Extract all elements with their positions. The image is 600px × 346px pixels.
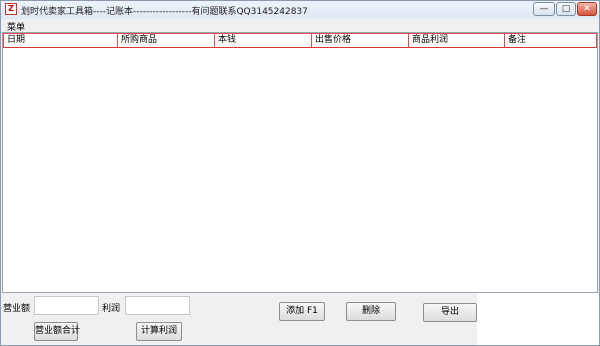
column-header-sale-price[interactable]: 出售价格 — [312, 33, 409, 47]
blank-area — [477, 293, 599, 345]
app-icon: Z — [5, 3, 17, 15]
app-window: Z 划时代卖家工具箱----记账本------------------有问题联系… — [0, 0, 600, 346]
table-header: 日期 所购商品 本钱 出售价格 商品利润 备注 — [3, 33, 597, 48]
column-header-profit[interactable]: 商品利润 — [409, 33, 505, 47]
calc-profit-button[interactable]: 计算利润 — [136, 322, 182, 341]
menu-bar: 菜单 — [1, 19, 599, 33]
records-table[interactable]: 日期 所购商品 本钱 出售价格 商品利润 备注 — [2, 32, 598, 293]
profit-input[interactable] — [125, 296, 190, 315]
column-header-date[interactable]: 日期 — [3, 33, 118, 47]
revenue-label: 营业额 — [3, 304, 31, 314]
add-button[interactable]: 添加 F1 — [279, 302, 325, 321]
column-header-product[interactable]: 所购商品 — [118, 33, 215, 47]
window-title: 划时代卖家工具箱----记账本------------------有问题联系QQ… — [21, 7, 308, 17]
export-button[interactable]: 导出 — [423, 303, 477, 322]
delete-button[interactable]: 删除 — [346, 302, 396, 321]
revenue-total-button[interactable]: 营业额合计 — [34, 322, 80, 341]
column-header-cost[interactable]: 本钱 — [215, 33, 312, 47]
close-button[interactable]: ✕ — [577, 2, 597, 16]
bottom-panel: 营业额 利润 营业额合计 计算利润 添加 F1 删除 导出 — [1, 293, 599, 345]
revenue-input[interactable] — [34, 296, 99, 315]
minimize-button[interactable]: — — [533, 2, 555, 16]
profit-label: 利润 — [102, 304, 121, 314]
maximize-button[interactable]: □ — [556, 2, 576, 16]
column-header-remarks[interactable]: 备注 — [505, 33, 597, 47]
title-bar[interactable]: Z 划时代卖家工具箱----记账本------------------有问题联系… — [1, 1, 599, 19]
